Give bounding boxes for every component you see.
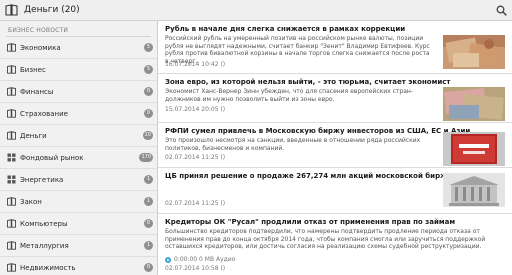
book-icon (7, 131, 16, 140)
sidebar-item-energy[interactable]: Энергетика 1 (0, 169, 157, 191)
sidebar-item-label: Недвижимость (20, 264, 76, 272)
news-date: 02.07.2014 11:25 () (165, 154, 226, 161)
sidebar: БИЗНЕС НОВОСТИ Экономика 5 Бизнес 5 Фина… (0, 21, 158, 275)
count-badge: 1 (144, 197, 153, 206)
book-icon (7, 65, 16, 74)
sidebar-section-title: БИЗНЕС НОВОСТИ (8, 27, 69, 34)
book-icon (7, 241, 16, 250)
sidebar-item-real-estate[interactable]: Недвижимость 0 (0, 257, 157, 275)
news-title[interactable]: Рубль в начале дня слегка снижается в ра… (165, 24, 405, 34)
top-bar: Деньги (20) (0, 0, 512, 21)
sidebar-item-label: Энергетика (20, 176, 64, 184)
sidebar-item-label: Металлургия (20, 242, 69, 250)
news-item[interactable]: Зона евро, из которой нельзя выйти, - эт… (158, 74, 512, 123)
news-item[interactable]: ЦБ принял решение о продаже 267,274 млн … (158, 168, 512, 214)
count-badge: 1 (144, 241, 153, 250)
sidebar-item-label: Финансы (20, 88, 54, 96)
grid-icon (7, 153, 16, 162)
grid-icon (7, 175, 16, 184)
audio-info: 0:00:00 0 MB Аудио (174, 256, 236, 263)
count-badge: 5 (144, 65, 153, 74)
news-thumbnail-euro[interactable] (443, 87, 505, 121)
count-badge: 0 (144, 219, 153, 228)
sidebar-item-finance[interactable]: Финансы 0 (0, 81, 157, 103)
count-badge: 5 (144, 43, 153, 52)
news-summary: Экономист Ханс-Вернер Зинн убежден, что … (165, 88, 413, 103)
book-icon (7, 109, 16, 118)
count-badge: 1 (144, 175, 153, 184)
book-icon (7, 219, 16, 228)
news-item[interactable]: РФПИ сумел привлечь в Московскую биржу и… (158, 123, 512, 168)
sidebar-item-label: Фондовый рынок (20, 154, 84, 162)
news-thumbnail-rubles[interactable] (443, 35, 505, 69)
news-date: 02.07.2014 10:58 () (165, 265, 226, 272)
news-thumbnail-bank-building[interactable] (443, 173, 505, 207)
news-date: 15.07.2014 20:05 () (165, 106, 226, 113)
page-title: Деньги (20) (24, 5, 80, 15)
sidebar-item-label: Закон (20, 198, 42, 206)
news-item[interactable]: Рубль в начале дня слегка снижается в ра… (158, 21, 512, 74)
sidebar-item-business[interactable]: Бизнес 5 (0, 59, 157, 81)
news-summary: Это произошло несмотря на санкции, введе… (165, 137, 421, 152)
book-icon (7, 263, 16, 272)
book-icon (7, 43, 16, 52)
play-icon[interactable] (165, 257, 171, 263)
sidebar-item-economy[interactable]: Экономика 5 (0, 37, 157, 59)
news-thumbnail-exchange[interactable] (443, 132, 505, 166)
sidebar-item-computers[interactable]: Компьютеры 0 (0, 213, 157, 235)
sidebar-item-label: Страхование (20, 110, 68, 118)
count-badge: 20 (142, 131, 153, 140)
news-summary: Большинство кредиторов подтвердили, что … (165, 228, 486, 251)
news-title[interactable]: РФПИ сумел привлечь в Московскую биржу и… (165, 126, 470, 136)
book-icon[interactable] (5, 4, 18, 16)
count-badge: 0 (144, 263, 153, 272)
news-title[interactable]: ЦБ принял решение о продаже 267,274 млн … (165, 171, 452, 181)
sidebar-item-label: Бизнес (20, 66, 46, 74)
sidebar-item-metallurgy[interactable]: Металлургия 1 (0, 235, 157, 257)
news-title[interactable]: Зона евро, из которой нельзя выйти, - эт… (165, 77, 450, 87)
count-badge: 0 (144, 109, 153, 118)
sidebar-item-money[interactable]: Деньги 20 (0, 125, 157, 147)
count-badge: 170 (139, 153, 153, 162)
sidebar-item-label: Деньги (20, 132, 47, 140)
book-icon (7, 87, 16, 96)
news-title[interactable]: Кредиторы ОК "Русал" продлили отказ от п… (165, 217, 455, 227)
news-date: 16.07.2014 10:42 () (165, 61, 226, 68)
sidebar-item-label: Экономика (20, 44, 61, 52)
news-item[interactable]: Кредиторы ОК "Русал" продлили отказ от п… (158, 214, 512, 275)
sidebar-item-stock-market[interactable]: Фондовый рынок 170 (0, 147, 157, 169)
search-icon[interactable] (496, 5, 507, 16)
book-icon (7, 197, 16, 206)
news-date: 02.07.2014 11:25 () (165, 200, 226, 207)
sidebar-item-label: Компьютеры (20, 220, 68, 228)
news-feed: Рубль в начале дня слегка снижается в ра… (158, 21, 512, 275)
sidebar-item-insurance[interactable]: Страхование 0 (0, 103, 157, 125)
count-badge: 0 (144, 87, 153, 96)
sidebar-item-law[interactable]: Закон 1 (0, 191, 157, 213)
